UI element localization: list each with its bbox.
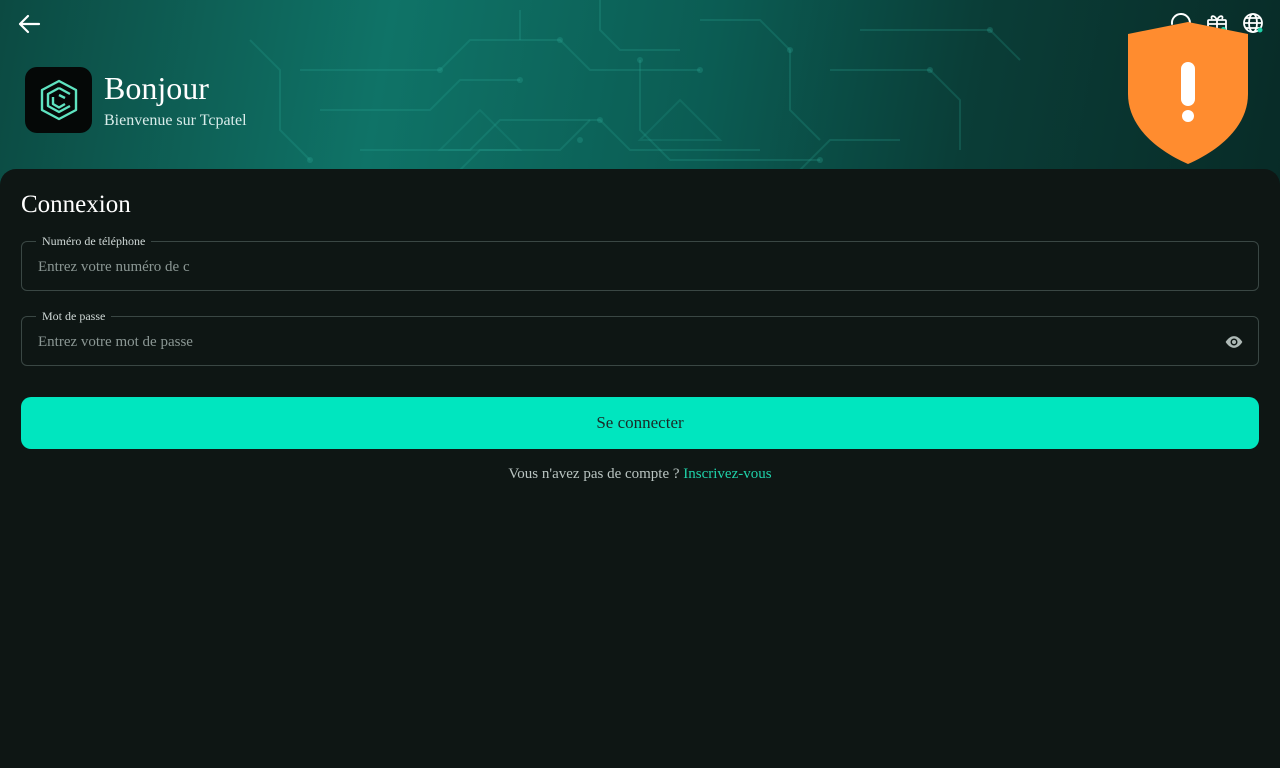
- phone-label: Numéro de téléphone: [36, 233, 152, 249]
- password-input[interactable]: [38, 330, 1198, 354]
- login-button[interactable]: Se connecter: [21, 397, 1259, 449]
- greeting-title: Bonjour: [104, 70, 209, 106]
- phone-field: Numéro de téléphone: [21, 233, 1259, 291]
- shield-exclamation-icon: [1128, 22, 1248, 164]
- signup-prompt-text: Vous n'avez pas de compte ?: [508, 466, 680, 482]
- welcome-subtitle: Bienvenue sur Tcpatel: [104, 112, 247, 129]
- back-button[interactable]: [14, 10, 44, 38]
- signup-prompt: Vous n'avez pas de compte ? Inscrivez-vo…: [0, 466, 1280, 483]
- phone-input[interactable]: [38, 255, 190, 279]
- eye-icon[interactable]: [1224, 332, 1244, 352]
- arrow-left-icon: [18, 14, 41, 34]
- signup-link[interactable]: Inscrivez-vous: [683, 466, 771, 482]
- password-label: Mot de passe: [36, 308, 112, 324]
- app-logo: [25, 67, 92, 133]
- password-field: Mot de passe: [21, 308, 1259, 366]
- app-logo-icon: [40, 79, 77, 121]
- login-title: Connexion: [21, 191, 131, 218]
- login-card: Connexion Numéro de téléphone Mot de pas…: [0, 169, 1280, 768]
